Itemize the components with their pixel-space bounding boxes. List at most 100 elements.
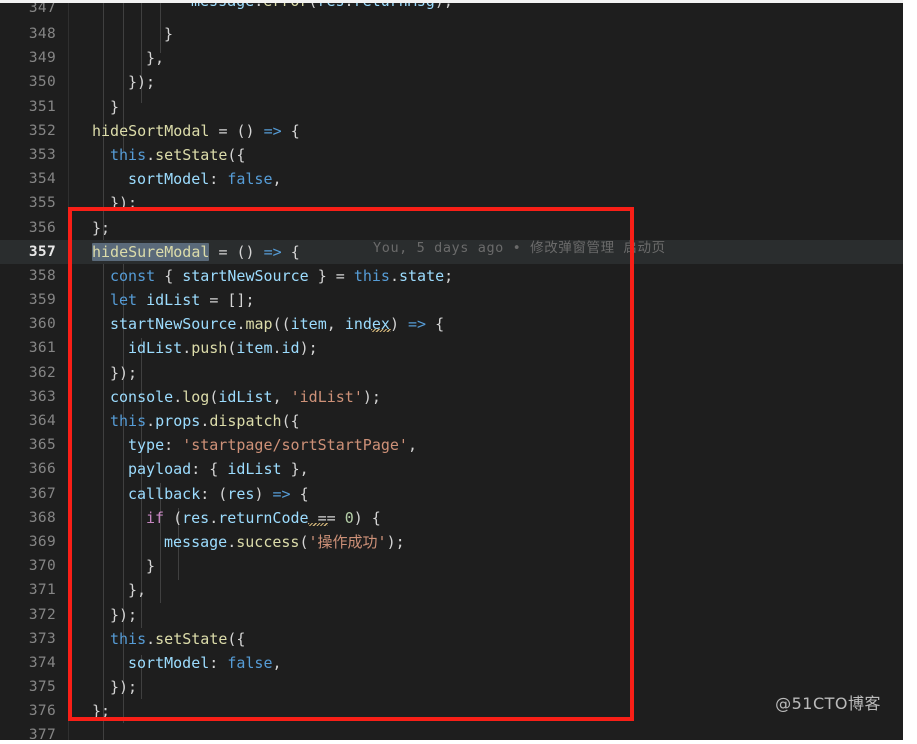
line-number: 377 bbox=[28, 727, 56, 740]
code-line[interactable]: 372 }); bbox=[0, 603, 903, 627]
code-line[interactable]: 350 }); bbox=[0, 70, 903, 94]
line-content: hideSureModal = () => { bbox=[92, 242, 300, 261]
line-number: 364 bbox=[28, 413, 56, 429]
line-content: idList.push(item.id); bbox=[128, 339, 318, 358]
line-number: 359 bbox=[28, 292, 56, 309]
line-number: 365 bbox=[28, 437, 56, 454]
code-line[interactable]: 369 message.success('操作成功'); bbox=[0, 530, 903, 554]
code-line[interactable]: 367 callback: (res) => { bbox=[0, 482, 903, 506]
line-number: 360 bbox=[28, 316, 56, 333]
code-line[interactable]: 354 sortModel: false, bbox=[0, 167, 903, 191]
line-number: 362 bbox=[28, 364, 56, 381]
code-line[interactable]: 361 idList.push(item.id); bbox=[0, 336, 903, 360]
code-line[interactable]: 374 sortModel: false, bbox=[0, 651, 903, 675]
line-number: 366 bbox=[28, 461, 56, 478]
editor-screenshot: 347 message.error(res.returnMsg); 348 } … bbox=[0, 0, 917, 744]
line-content: this.setState({ bbox=[110, 145, 246, 164]
code-line[interactable]: 368 if (res.returnCode == 0) { bbox=[0, 506, 903, 530]
code-line[interactable]: 363 console.log(idList, 'idList'); bbox=[0, 385, 903, 409]
code-line[interactable]: 349 }, bbox=[0, 46, 903, 70]
code-lines-container[interactable]: 347 message.error(res.returnMsg); 348 } … bbox=[0, 3, 903, 740]
line-content: }); bbox=[128, 73, 156, 92]
line-number: 361 bbox=[28, 340, 56, 357]
line-content: hideSortModal = () => { bbox=[92, 121, 300, 140]
line-content: }); bbox=[110, 678, 138, 697]
code-line[interactable]: 359 let idList = []; bbox=[0, 288, 903, 312]
line-number: 353 bbox=[28, 146, 56, 163]
code-line[interactable]: 371 }, bbox=[0, 578, 903, 602]
code-line[interactable]: 377 bbox=[0, 723, 903, 740]
line-content: startNewSource.map((item, index) => { bbox=[110, 315, 445, 334]
warning-squiggle bbox=[371, 329, 391, 333]
line-number: 373 bbox=[28, 630, 56, 647]
selected-token[interactable]: hideSureModal bbox=[92, 242, 210, 261]
line-content: sortModel: false, bbox=[128, 170, 282, 189]
line-number: 350 bbox=[28, 74, 56, 91]
code-line[interactable]: 348 } bbox=[0, 22, 903, 46]
code-line[interactable]: 376 }; bbox=[0, 699, 903, 723]
line-number: 370 bbox=[28, 558, 56, 575]
watermark-label: @51CTO博客 bbox=[775, 694, 881, 713]
code-line[interactable]: 365 type: 'startpage/sortStartPage', bbox=[0, 433, 903, 457]
warning-squiggle bbox=[308, 522, 328, 526]
line-number: 355 bbox=[28, 195, 56, 212]
line-number: 354 bbox=[28, 171, 56, 188]
line-content: }); bbox=[110, 605, 138, 624]
line-number: 371 bbox=[28, 582, 56, 599]
line-number: 374 bbox=[28, 654, 56, 671]
line-content: callback: (res) => { bbox=[128, 484, 309, 503]
line-number: 349 bbox=[28, 50, 56, 67]
right-edge-strip bbox=[903, 0, 917, 744]
line-number: 358 bbox=[28, 267, 56, 284]
line-content: } bbox=[110, 97, 120, 116]
line-number: 351 bbox=[28, 98, 56, 115]
code-line[interactable]: 360 startNewSource.map((item, index) => … bbox=[0, 312, 903, 336]
line-number: 369 bbox=[28, 533, 56, 550]
line-content: payload: { idList }, bbox=[128, 460, 309, 479]
line-content: message.success('操作成功'); bbox=[164, 532, 405, 551]
line-number: 376 bbox=[28, 703, 56, 720]
line-content: } bbox=[164, 25, 174, 43]
line-content: }; bbox=[92, 702, 111, 721]
code-line[interactable]: 355 }); bbox=[0, 191, 903, 215]
code-line[interactable]: 352 hideSortModal = () => { bbox=[0, 119, 903, 143]
code-line[interactable]: 362 }); bbox=[0, 361, 903, 385]
line-content: message.error(res.returnMsg); bbox=[92, 3, 453, 9]
code-line[interactable]: 370 } bbox=[0, 554, 903, 578]
line-number: 375 bbox=[28, 679, 56, 696]
line-content: }, bbox=[128, 581, 147, 600]
line-content: }, bbox=[146, 49, 165, 68]
line-content: if (res.returnCode == 0) { bbox=[146, 508, 381, 527]
code-line[interactable]: 366 payload: { idList }, bbox=[0, 457, 903, 481]
line-number-active: 357 bbox=[28, 243, 56, 260]
line-content: type: 'startpage/sortStartPage', bbox=[128, 436, 417, 455]
git-blame-annotation[interactable]: You, 5 days ago • 修改弹窗管理 启动页 bbox=[373, 237, 666, 259]
line-number: 348 bbox=[28, 26, 56, 42]
code-line[interactable]: 347 message.error(res.returnMsg); bbox=[0, 3, 903, 22]
code-line[interactable]: 351 } bbox=[0, 95, 903, 119]
code-line[interactable]: 375 }); bbox=[0, 675, 903, 699]
line-content: this.setState({ bbox=[110, 629, 246, 648]
line-number: 352 bbox=[28, 122, 56, 139]
line-number: 363 bbox=[28, 388, 56, 405]
line-number: 367 bbox=[28, 485, 56, 502]
code-line[interactable]: 358 const { startNewSource } = this.stat… bbox=[0, 264, 903, 288]
line-content: sortModel: false, bbox=[128, 653, 282, 672]
line-number: 368 bbox=[28, 509, 56, 526]
line-content: this.props.dispatch({ bbox=[110, 412, 300, 430]
line-number: 356 bbox=[28, 219, 56, 236]
line-number: 347 bbox=[28, 3, 56, 16]
line-content: } bbox=[146, 557, 156, 576]
line-content: console.log(idList, 'idList'); bbox=[110, 387, 381, 406]
code-editor-surface[interactable]: 347 message.error(res.returnMsg); 348 } … bbox=[0, 0, 903, 740]
bottom-edge-strip bbox=[0, 740, 917, 744]
line-content: const { startNewSource } = this.state; bbox=[110, 266, 454, 285]
line-content: }); bbox=[110, 194, 138, 213]
code-line[interactable]: 364 this.props.dispatch({ bbox=[0, 409, 903, 433]
line-content: let idList = []; bbox=[110, 291, 255, 310]
line-content: }; bbox=[92, 218, 111, 237]
code-line[interactable]: 373 this.setState({ bbox=[0, 627, 903, 651]
code-line[interactable]: 353 this.setState({ bbox=[0, 143, 903, 167]
line-number: 372 bbox=[28, 606, 56, 623]
line-content: }); bbox=[110, 363, 138, 382]
